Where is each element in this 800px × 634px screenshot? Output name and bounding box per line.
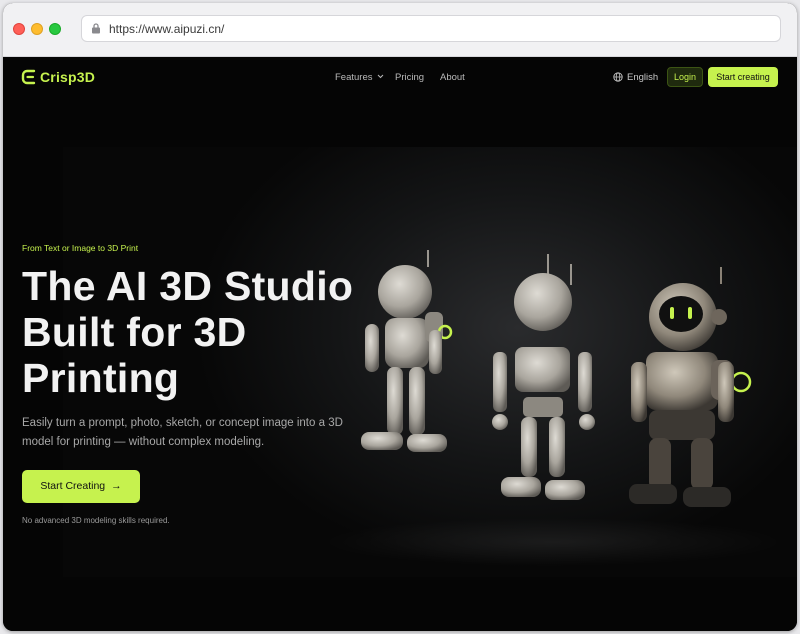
hero-headline: The AI 3D Studio Built for 3D Printing [22, 263, 354, 401]
url-text: https://www.aipuzi.cn/ [109, 22, 225, 36]
logo-icon[interactable] [21, 68, 37, 86]
arrow-right-icon: → [111, 480, 122, 492]
minimize-window-button[interactable] [31, 23, 43, 35]
globe-icon [613, 72, 623, 82]
login-button[interactable]: Login [667, 67, 703, 87]
close-window-button[interactable] [13, 23, 25, 35]
maximize-window-button[interactable] [49, 23, 61, 35]
lock-icon [92, 23, 100, 34]
hero-button-label: Start Creating [40, 480, 106, 492]
browser-window: https://www.aipuzi.cn/ Crisp3D Features … [3, 3, 797, 631]
chevron-down-icon [377, 74, 384, 79]
browser-chrome: https://www.aipuzi.cn/ [3, 3, 797, 57]
language-selector[interactable]: English [627, 72, 658, 83]
address-bar[interactable]: https://www.aipuzi.cn/ [81, 15, 781, 42]
nav-item-about[interactable]: About [440, 72, 465, 83]
top-navigation: Crisp3D Features Pricing About English L… [3, 57, 797, 97]
web-page: Crisp3D Features Pricing About English L… [3, 57, 797, 631]
hero-subtext: Easily turn a prompt, photo, sketch, or … [22, 417, 343, 448]
nav-item-label: Features [335, 72, 373, 83]
hero-eyebrow: From Text or Image to 3D Print [22, 243, 139, 253]
robot-right [629, 267, 752, 507]
hero-note: No advanced 3D modeling skills required. [22, 516, 170, 525]
brand-name[interactable]: Crisp3D [40, 69, 95, 85]
start-creating-nav-button[interactable]: Start creating [708, 67, 778, 87]
nav-item-pricing[interactable]: Pricing [395, 72, 424, 83]
start-creating-hero-button[interactable]: Start Creating → [22, 470, 140, 503]
nav-item-features[interactable]: Features [335, 72, 384, 83]
robot-middle [492, 254, 595, 500]
floor-glow [323, 512, 783, 572]
